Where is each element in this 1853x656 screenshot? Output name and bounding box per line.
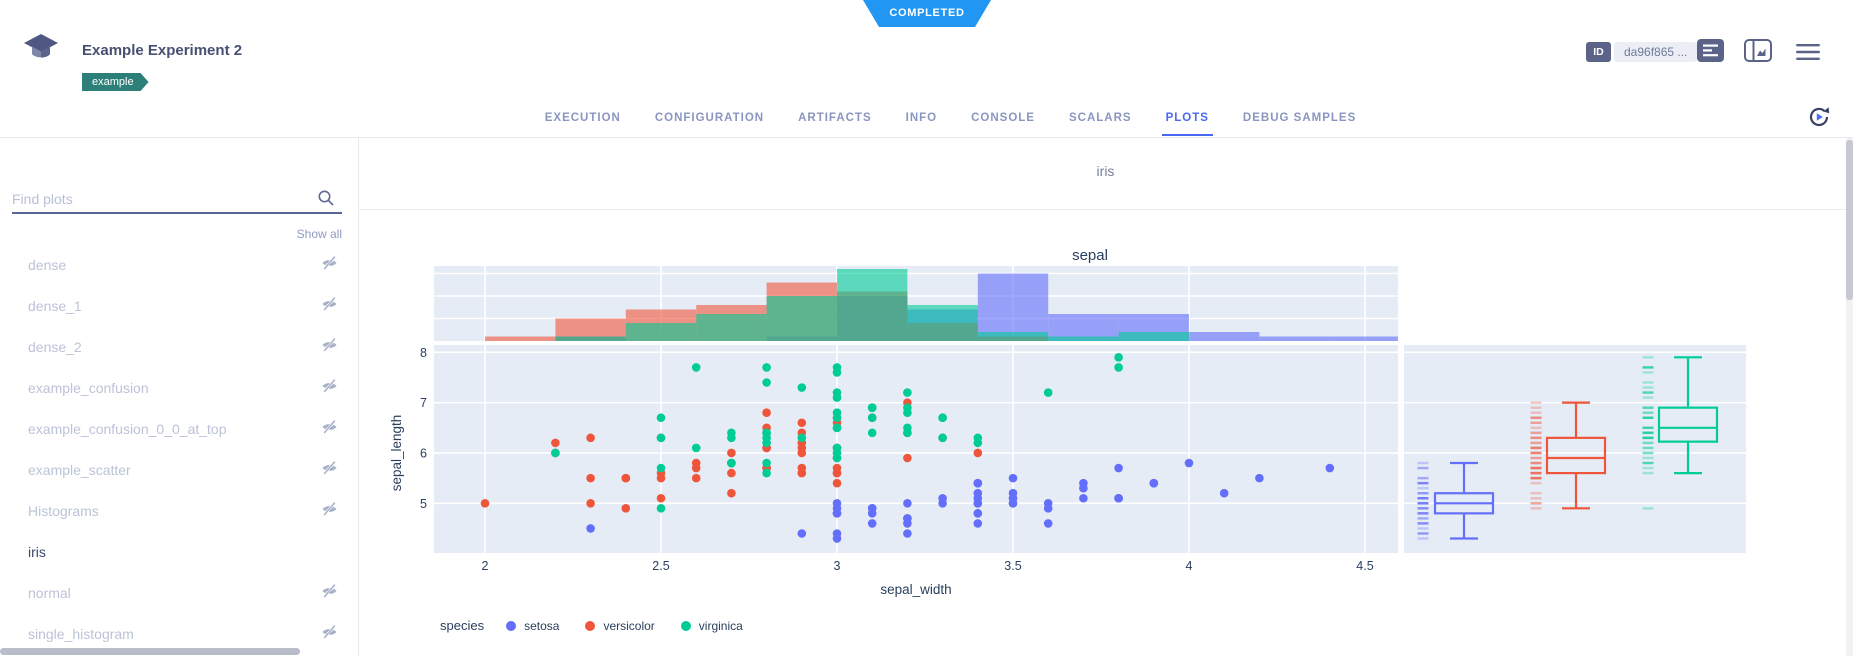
experiment-tag[interactable]: example (82, 73, 149, 91)
tab-info[interactable]: INFO (902, 108, 941, 136)
tab-bar: EXECUTION CONFIGURATION ARTIFACTS INFO CONSO… (0, 108, 1853, 136)
show-all-link[interactable]: Show all (242, 227, 342, 241)
vertical-scrollbar-thumb[interactable] (1846, 140, 1853, 300)
legend-dot (585, 621, 595, 631)
eye-off-icon[interactable] (321, 501, 338, 520)
y-axis-title: sepal_length (389, 415, 404, 492)
legend-label: versicolor (603, 619, 654, 633)
eye-off-icon[interactable] (321, 583, 338, 602)
plot-item-label: Histograms (28, 503, 99, 519)
eye-off-icon[interactable] (321, 296, 338, 315)
legend-entry-setosa[interactable]: setosa (506, 619, 559, 633)
legend-entry-versicolor[interactable]: versicolor (585, 619, 654, 633)
plot-list-item-dense-2[interactable]: dense_2 (0, 326, 358, 367)
eye-off-icon[interactable] (321, 337, 338, 356)
plot-list-item-example-confusion[interactable]: example_confusion (0, 367, 358, 408)
plot-list-item-dense-1[interactable]: dense_1 (0, 285, 358, 326)
tab-scalars[interactable]: SCALARS (1065, 108, 1136, 136)
details-view-icon[interactable] (1697, 39, 1724, 67)
legend-label: setosa (524, 619, 559, 633)
y-tick-label: 8 (420, 346, 427, 360)
y-tick-label: 7 (420, 396, 427, 410)
x-tick-label: 2.5 (652, 559, 669, 573)
menu-icon[interactable] (1796, 43, 1820, 66)
legend-dot (681, 621, 691, 631)
auto-refresh-icon[interactable] (1806, 104, 1832, 135)
tab-artifacts[interactable]: ARTIFACTS (794, 108, 876, 136)
eye-off-icon[interactable] (321, 255, 338, 274)
plot-item-label: dense (28, 257, 66, 273)
plot-item-label: dense_1 (28, 298, 82, 314)
x-tick-label: 4.5 (1356, 559, 1373, 573)
search-icon (317, 189, 335, 212)
eye-off-icon[interactable] (321, 378, 338, 397)
plot-list-item-iris[interactable]: iris (0, 531, 358, 572)
legend-dot (506, 621, 516, 631)
eye-off-icon[interactable] (321, 419, 338, 438)
plot-item-label: example_confusion (28, 380, 149, 396)
plot-legend: species setosa versicolor virginica (440, 618, 769, 633)
plot-item-label: example_confusion_0_0_at_top (28, 421, 227, 437)
app-window: 2 2.5 3 3.5 4 4.5 8 7 6 5 sepal sepal_width sepal_le… (0, 0, 1853, 656)
legend-label: virginica (699, 619, 743, 633)
plot-item-label: iris (28, 544, 46, 560)
status-ribbon: COMPLETED (863, 0, 991, 27)
plot-list-item-example-confusion-0-0-at-top[interactable]: example_confusion_0_0_at_top (0, 408, 358, 449)
eye-off-icon[interactable] (321, 460, 338, 479)
tab-execution[interactable]: EXECUTION (541, 108, 625, 136)
experiment-id-value[interactable]: da96f865 ... (1614, 42, 1697, 62)
legend-entry-virginica[interactable]: virginica (681, 619, 743, 633)
experiment-title: Example Experiment 2 (82, 42, 242, 59)
tab-debug-samples[interactable]: DEBUG SAMPLES (1239, 108, 1360, 136)
eye-off-icon[interactable] (321, 624, 338, 643)
sidebar-divider (358, 138, 359, 656)
horizontal-scrollbar[interactable] (0, 648, 300, 655)
y-tick-label: 5 (420, 497, 427, 511)
search-input[interactable] (12, 186, 342, 214)
x-tick-label: 3.5 (1004, 559, 1021, 573)
plot-list-item-histograms[interactable]: Histograms (0, 490, 358, 531)
header-divider (0, 137, 1853, 138)
graduation-cap-icon (23, 33, 59, 70)
x-tick-label: 4 (1186, 559, 1193, 573)
plot-item-label: single_histogram (28, 626, 134, 642)
plot-item-label: example_scatter (28, 462, 131, 478)
plot-group-divider (358, 209, 1853, 210)
plot-list-item-normal[interactable]: normal (0, 572, 358, 613)
x-tick-label: 2 (482, 559, 489, 573)
id-badge: ID (1586, 42, 1611, 62)
y-tick-label: 6 (420, 446, 427, 460)
plot-list: dense dense_1 dense_2 example_confusionexam… (0, 244, 358, 654)
x-axis-title: sepal_width (880, 582, 951, 597)
plot-group-title: iris (358, 163, 1853, 179)
x-tick-label: 3 (834, 559, 841, 573)
plot-list-item-dense[interactable]: dense (0, 244, 358, 285)
split-panel-icon[interactable] (1744, 39, 1772, 67)
plot-item-label: dense_2 (28, 339, 82, 355)
tab-plots[interactable]: PLOTS (1162, 108, 1213, 136)
chart-title: sepal (1072, 247, 1108, 264)
plot-item-label: normal (28, 585, 71, 601)
legend-title: species (440, 618, 484, 633)
tab-configuration[interactable]: CONFIGURATION (651, 108, 768, 136)
tab-console[interactable]: CONSOLE (967, 108, 1039, 136)
plot-list-item-example-scatter[interactable]: example_scatter (0, 449, 358, 490)
